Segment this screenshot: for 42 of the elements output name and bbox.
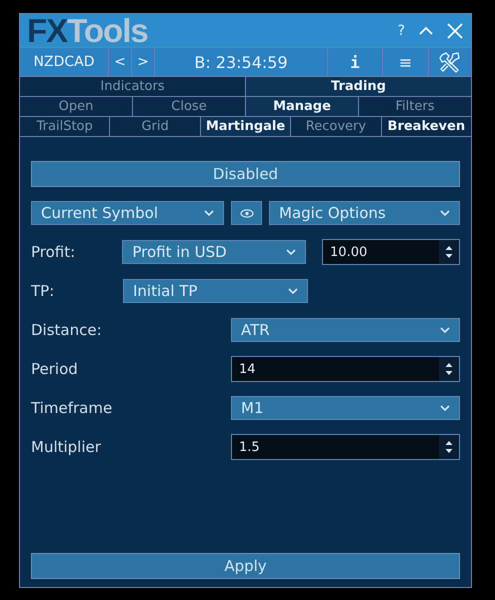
dropdown[interactable]: M1 bbox=[231, 396, 460, 420]
symbol-button[interactable]: NZDCAD bbox=[20, 48, 109, 76]
field-label: Profit: bbox=[31, 243, 76, 261]
eye-button[interactable] bbox=[231, 201, 262, 225]
info-button[interactable]: i bbox=[328, 48, 383, 76]
apply-button[interactable]: Apply bbox=[31, 553, 460, 579]
field-label: Period bbox=[31, 360, 79, 378]
spin-arrows-icon bbox=[445, 362, 453, 376]
number-field[interactable]: 10.00 bbox=[322, 239, 460, 265]
timer-label: B: 23:54:59 bbox=[155, 48, 328, 76]
field-label: TP: bbox=[31, 282, 56, 300]
next-button[interactable]: > bbox=[132, 48, 155, 76]
spin-arrows-icon bbox=[445, 440, 453, 454]
chevron-up-icon[interactable] bbox=[419, 26, 433, 35]
chevron-icon bbox=[286, 249, 296, 255]
tab[interactable]: Manage bbox=[246, 97, 359, 116]
close-icon[interactable] bbox=[447, 22, 463, 38]
tools-icon bbox=[439, 51, 461, 73]
chevron-icon bbox=[440, 210, 450, 216]
logo: FXTools bbox=[26, 14, 148, 47]
help-button[interactable]: ? bbox=[398, 22, 405, 38]
field-label: Multiplier bbox=[31, 438, 102, 456]
dropdown[interactable]: ATR bbox=[231, 318, 460, 342]
dropdown[interactable]: Profit in USD bbox=[122, 240, 306, 264]
chevron-icon bbox=[440, 327, 450, 333]
dropdown[interactable]: Magic Options bbox=[269, 201, 460, 225]
field-label: Distance: bbox=[31, 321, 103, 339]
dropdown[interactable]: Initial TP bbox=[123, 279, 308, 303]
tab[interactable]: Martingale bbox=[200, 117, 292, 136]
number-field[interactable]: 14 bbox=[231, 356, 460, 382]
tab[interactable]: Trading bbox=[246, 77, 471, 96]
eye-icon bbox=[240, 208, 254, 218]
chevron-icon bbox=[204, 210, 214, 216]
previous-button[interactable]: < bbox=[109, 48, 132, 76]
status-button[interactable]: Disabled bbox=[31, 161, 460, 187]
menu-button[interactable]: ≡ bbox=[383, 48, 429, 76]
spin-arrows-icon bbox=[445, 245, 453, 259]
dropdown[interactable]: Current Symbol bbox=[31, 201, 224, 225]
chevron-icon bbox=[288, 288, 298, 294]
field-label: Timeframe bbox=[31, 399, 114, 417]
number-field[interactable]: 1.5 bbox=[231, 434, 460, 460]
chevron-icon bbox=[440, 405, 450, 411]
